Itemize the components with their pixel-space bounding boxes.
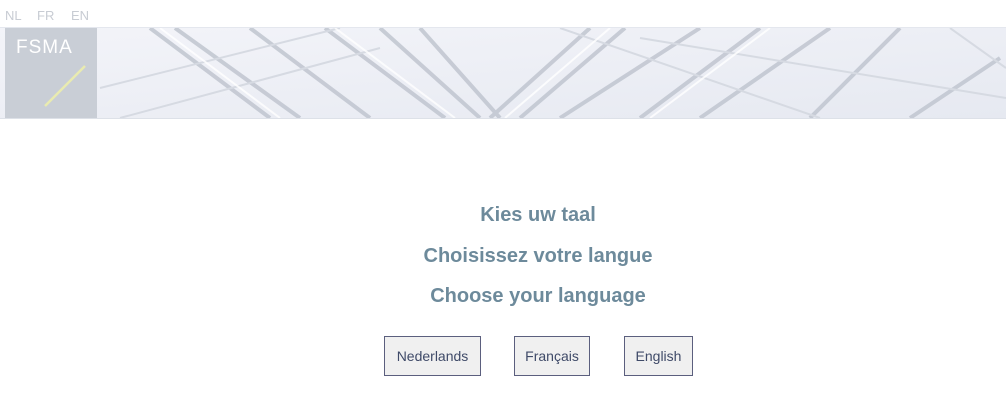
language-link-en[interactable]: EN — [71, 8, 89, 23]
heading-english: Choose your language — [430, 285, 646, 307]
heading-french: Choisissez votre langue — [423, 245, 653, 267]
language-link-nl[interactable]: NL — [5, 8, 22, 23]
fsma-logo: FSMA — [5, 28, 97, 118]
language-bar: NL FR EN — [0, 0, 1006, 27]
francais-button[interactable]: Français — [514, 336, 590, 376]
banner-architecture-image — [0, 28, 1006, 118]
heading-dutch: Kies uw taal — [480, 204, 596, 226]
logo-slash-icon — [44, 65, 86, 107]
language-link-fr[interactable]: FR — [37, 8, 54, 23]
nederlands-button[interactable]: Nederlands — [384, 336, 481, 376]
english-button[interactable]: English — [624, 336, 693, 376]
header-banner — [0, 27, 1006, 119]
